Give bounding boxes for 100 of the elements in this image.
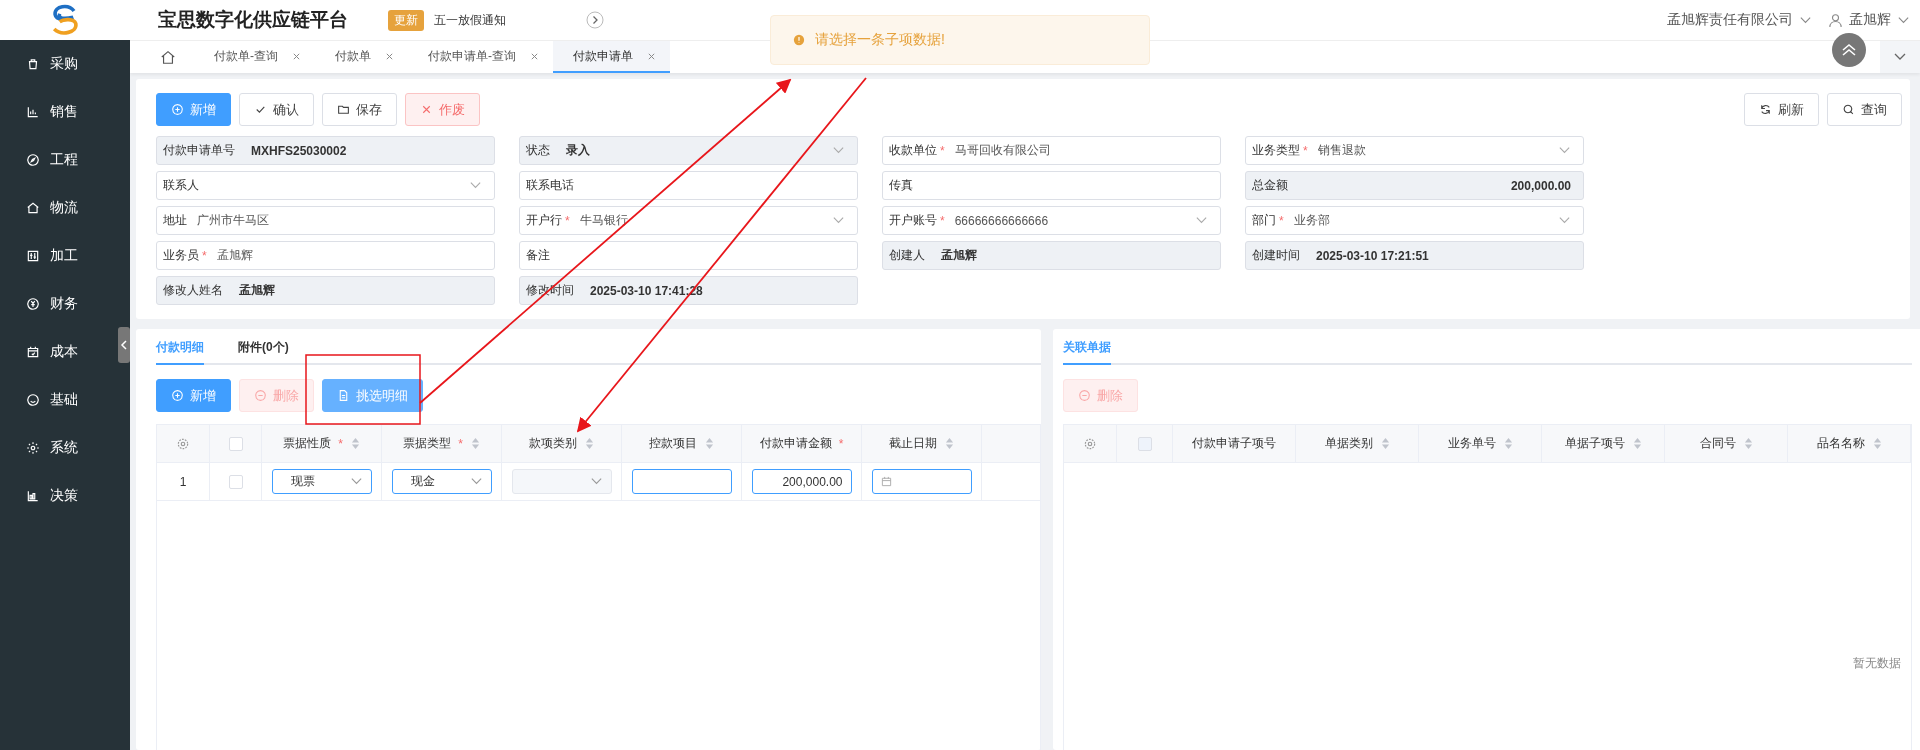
sort-icon[interactable] <box>350 437 360 450</box>
toolbar-button[interactable]: 确认 <box>239 93 314 126</box>
field-label: 创建人 <box>889 247 925 264</box>
text-field[interactable]: 传真 <box>882 171 1221 200</box>
close-icon[interactable] <box>385 51 394 61</box>
field-label: 联系人 <box>163 177 199 194</box>
sort-icon[interactable] <box>1503 437 1513 450</box>
field-label: 状态 <box>526 142 550 159</box>
sidebar-item[interactable]: 物流 <box>0 184 114 232</box>
sort-icon[interactable] <box>470 437 480 450</box>
warning-icon <box>793 34 805 46</box>
field-label: 修改人姓名 <box>163 282 223 299</box>
column-header[interactable]: 付款申请子项号 <box>1173 425 1296 462</box>
select-field[interactable]: 联系人 <box>156 171 495 200</box>
page-tab[interactable]: 付款单 <box>315 41 408 73</box>
select-field[interactable]: 业务类型 * 销售退款 <box>1245 136 1584 165</box>
text-field[interactable]: 备注 <box>519 241 858 270</box>
select-field[interactable]: 开户账号 * 66666666666666 <box>882 206 1221 235</box>
toolbar-button[interactable]: 查询 <box>1827 93 1902 126</box>
field-value: 现票 <box>290 473 315 490</box>
required-mark: * <box>1279 213 1284 228</box>
column-header[interactable]: 截止日期 <box>862 425 982 462</box>
page-tab[interactable]: 付款单-查询 <box>194 41 315 73</box>
field-value: 牛马银行 <box>579 212 628 229</box>
column-header[interactable]: 单据类别 <box>1296 425 1419 462</box>
scroll-up-icon[interactable] <box>1832 33 1866 67</box>
chart-icon <box>26 489 40 503</box>
select-field[interactable]: 现票 <box>271 469 372 494</box>
field-value: 马哥回收有限公司 <box>954 142 1051 159</box>
empty-text: 暂无数据 <box>1853 655 1901 672</box>
field-label: 收款单位 <box>889 142 937 159</box>
column-header[interactable]: 业务单号 <box>1419 425 1542 462</box>
toolbar-button[interactable]: 保存 <box>322 93 397 126</box>
sidebar-item[interactable]: 基础 <box>0 376 114 424</box>
sort-icon[interactable] <box>705 437 714 450</box>
page-tab[interactable]: 付款申请单-查询 <box>408 41 553 73</box>
page-tab[interactable]: 付款申请单 <box>553 41 670 73</box>
sidebar-item[interactable]: 财务 <box>0 280 114 328</box>
input-field[interactable] <box>631 469 732 494</box>
sliders-icon <box>26 249 40 263</box>
column-header[interactable]: 品名名称 <box>1788 425 1911 462</box>
home-icon[interactable] <box>160 49 176 65</box>
select-field[interactable]: 现金 <box>391 469 492 494</box>
column-header[interactable]: 票据性质 * <box>262 425 382 462</box>
field-value: 200,000.00 <box>782 474 843 489</box>
checkbox[interactable] <box>1137 436 1152 451</box>
collapse-handle-icon[interactable] <box>118 327 130 363</box>
calendar-icon <box>26 345 40 359</box>
column-header[interactable]: 控款项目 <box>622 425 742 462</box>
sort-icon[interactable] <box>1743 437 1753 450</box>
user-menu[interactable]: 孟旭辉 <box>1828 11 1910 29</box>
user-icon <box>1828 12 1843 28</box>
close-icon[interactable] <box>292 51 301 61</box>
required-mark: * <box>202 248 207 263</box>
panel-tab[interactable]: 附件(0个) <box>238 329 289 365</box>
chevron-right-icon[interactable] <box>586 11 604 29</box>
sort-icon[interactable] <box>945 437 954 450</box>
gear-icon <box>26 441 40 455</box>
field-label: 付款申请单号 <box>163 142 235 159</box>
settings-icon[interactable] <box>176 436 190 451</box>
select-field[interactable]: 开户行 * 牛马银行 <box>519 206 858 235</box>
input-field[interactable]: 200,000.00 <box>751 469 852 494</box>
sidebar-item[interactable]: 决策 <box>0 472 114 520</box>
close-icon[interactable] <box>647 51 656 61</box>
sort-icon[interactable] <box>1380 437 1390 450</box>
notice-link[interactable]: 五一放假通知 <box>434 11 506 29</box>
sidebar-item[interactable]: 系统 <box>0 424 114 472</box>
close-icon[interactable] <box>530 51 539 61</box>
toolbar-button[interactable]: 刷新 <box>1744 93 1819 126</box>
sidebar-item[interactable]: 工程 <box>0 136 114 184</box>
sidebar-item[interactable]: 成本 <box>0 328 114 376</box>
sort-icon[interactable] <box>1632 437 1642 450</box>
checkbox[interactable] <box>228 474 243 489</box>
sidebar-item[interactable]: 采购 <box>0 40 114 88</box>
column-header[interactable]: 款项类别 <box>502 425 622 462</box>
field-value: 录入 <box>566 142 590 159</box>
search-icon <box>1842 103 1855 116</box>
sort-icon[interactable] <box>1872 437 1882 450</box>
column-header[interactable]: 票据类型 * <box>382 425 502 462</box>
date-field[interactable] <box>871 469 972 494</box>
sidebar-item[interactable]: 销售 <box>0 88 114 136</box>
sidebar-item[interactable]: 加工 <box>0 232 114 280</box>
text-field[interactable]: 业务员 * 孟旭辉 <box>156 241 495 270</box>
field-label: 传真 <box>889 177 913 194</box>
company-dropdown[interactable]: 孟旭辉责任有限公司 <box>1667 11 1812 29</box>
column-header[interactable]: 付款申请金额 * <box>742 425 862 462</box>
column-header[interactable]: 合同号 <box>1665 425 1788 462</box>
column-header[interactable]: 单据子项号 <box>1542 425 1665 462</box>
settings-icon[interactable] <box>1083 436 1097 451</box>
sort-icon[interactable] <box>585 437 594 450</box>
checkbox[interactable] <box>228 436 243 451</box>
chevron-down-icon[interactable] <box>1880 41 1920 73</box>
compass-icon <box>26 153 40 167</box>
tab-label: 付款申请单-查询 <box>428 47 516 65</box>
text-field[interactable]: 联系电话 <box>519 171 858 200</box>
text-field[interactable]: 地址 广州市牛马区 <box>156 206 495 235</box>
field-value: 销售退款 <box>1317 142 1366 159</box>
text-field[interactable]: 收款单位 * 马哥回收有限公司 <box>882 136 1221 165</box>
select-field[interactable]: 部门 * 业务部 <box>1245 206 1584 235</box>
folder-icon <box>337 103 350 116</box>
